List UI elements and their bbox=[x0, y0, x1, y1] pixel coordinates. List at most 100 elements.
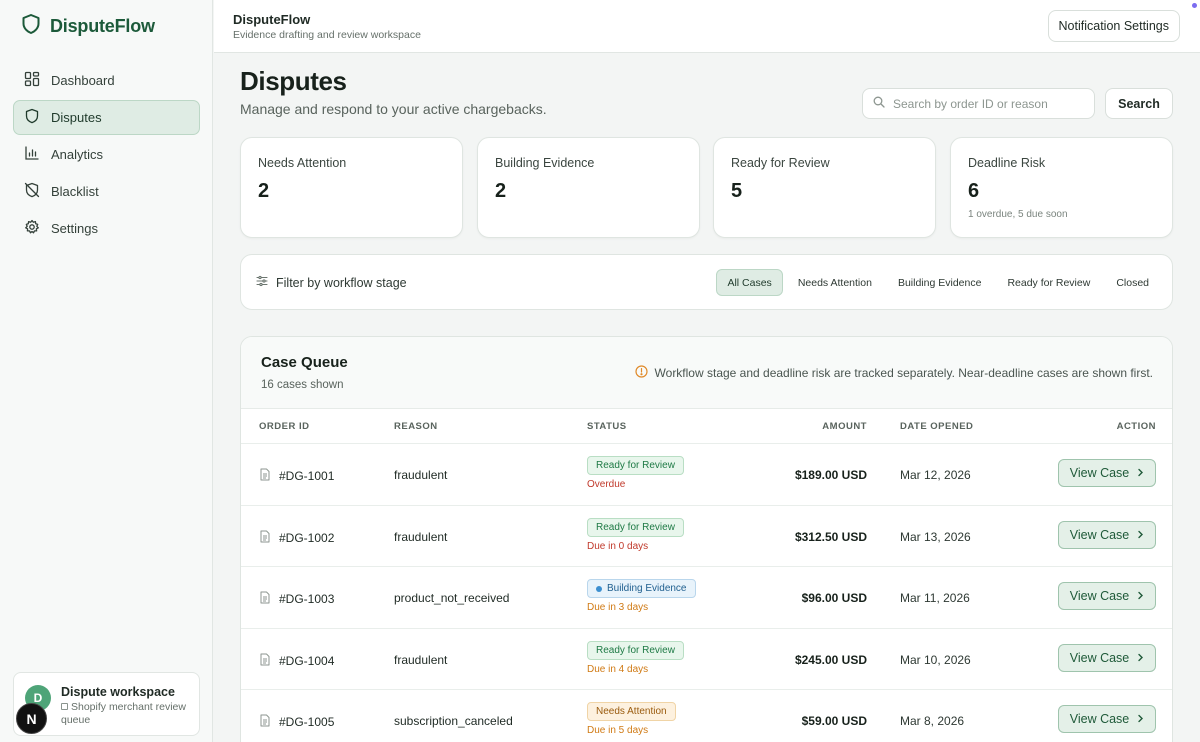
view-case-button[interactable]: View Case bbox=[1058, 705, 1156, 733]
stat-label: Deadline Risk bbox=[968, 156, 1046, 170]
sidebar-item-settings[interactable]: Settings bbox=[13, 211, 200, 246]
due-label: Due in 0 days bbox=[587, 541, 649, 552]
amount-cell: $96.00 USD bbox=[801, 591, 867, 605]
chevron-right-icon bbox=[1137, 651, 1144, 665]
status-badge: Ready for Review bbox=[587, 518, 684, 537]
stat-label: Building Evidence bbox=[495, 156, 595, 170]
column-header-status[interactable]: STATUS bbox=[587, 421, 627, 432]
filter-bar: Filter by workflow stage All Cases Needs… bbox=[240, 254, 1173, 310]
brand-name: DisputeFlow bbox=[50, 16, 155, 36]
status-badge: Building Evidence bbox=[587, 579, 696, 598]
shield-icon bbox=[24, 108, 40, 127]
column-header-date-opened[interactable]: DATE OPENED bbox=[900, 421, 973, 432]
tab-closed[interactable]: Closed bbox=[1105, 269, 1160, 296]
dev-tools-badge[interactable]: N bbox=[16, 703, 47, 734]
view-case-button[interactable]: View Case bbox=[1058, 459, 1156, 487]
order-id: #DG-1001 bbox=[279, 469, 335, 483]
status-badge-label: Needs Attention bbox=[596, 706, 667, 717]
status-dot-icon bbox=[596, 585, 602, 592]
amount-cell: $245.00 USD bbox=[794, 653, 867, 667]
stat-card-deadline-risk[interactable]: Deadline Risk 6 1 overdue, 5 due soon bbox=[950, 137, 1173, 238]
order-id-cell: #DG-1001 bbox=[259, 468, 334, 484]
tab-building-evidence[interactable]: Building Evidence bbox=[887, 269, 992, 296]
stat-card-needs-attention[interactable]: Needs Attention 2 bbox=[240, 137, 463, 238]
view-case-button[interactable]: View Case bbox=[1058, 582, 1156, 610]
sliders-icon bbox=[256, 275, 268, 290]
stat-label: Ready for Review bbox=[731, 156, 830, 170]
order-id: #DG-1005 bbox=[279, 715, 335, 729]
stat-card-building-evidence[interactable]: Building Evidence 2 bbox=[477, 137, 700, 238]
case-queue: Case Queue 16 cases shown Workflow stage… bbox=[240, 336, 1173, 742]
view-case-label: View Case bbox=[1069, 712, 1130, 726]
order-id-cell: #DG-1002 bbox=[259, 530, 334, 546]
date-opened-cell: Mar 10, 2026 bbox=[900, 653, 971, 667]
document-icon bbox=[259, 653, 271, 669]
info-icon bbox=[634, 365, 648, 381]
filter-label: Filter by workflow stage bbox=[256, 275, 407, 290]
order-id: #DG-1002 bbox=[279, 531, 335, 545]
blocked-shield-icon bbox=[24, 182, 40, 201]
reason-cell: fraudulent bbox=[394, 653, 448, 667]
view-case-label: View Case bbox=[1069, 466, 1130, 480]
due-label: Due in 4 days bbox=[587, 664, 649, 675]
document-icon bbox=[259, 468, 271, 484]
sidebar-item-label: Dashboard bbox=[51, 73, 115, 88]
tab-all-cases[interactable]: All Cases bbox=[716, 269, 783, 296]
status-badge-label: Ready for Review bbox=[596, 522, 675, 533]
status-badge-label: Building Evidence bbox=[607, 583, 687, 594]
sidebar-item-blacklist[interactable]: Blacklist bbox=[13, 174, 200, 209]
search-button[interactable]: Search bbox=[1105, 88, 1173, 119]
reason-cell: fraudulent bbox=[394, 530, 448, 544]
filter-tabs: All Cases Needs Attention Building Evide… bbox=[716, 269, 1160, 296]
view-case-label: View Case bbox=[1069, 651, 1130, 665]
brand[interactable]: DisputeFlow bbox=[22, 14, 155, 39]
column-header-action: ACTION bbox=[1116, 421, 1156, 432]
tab-needs-attention[interactable]: Needs Attention bbox=[787, 269, 883, 296]
amount-cell: $59.00 USD bbox=[801, 714, 867, 728]
document-icon bbox=[259, 714, 271, 730]
stat-label: Needs Attention bbox=[258, 156, 347, 170]
reason-cell: product_not_received bbox=[394, 591, 510, 605]
table-row[interactable]: #DG-1003 product_not_received Building Evi… bbox=[241, 566, 1172, 628]
status-badge: Needs Attention bbox=[587, 702, 676, 721]
date-opened-cell: Mar 11, 2026 bbox=[900, 591, 970, 605]
column-header-amount[interactable]: AMOUNT bbox=[822, 421, 867, 432]
case-queue-title: Case Queue bbox=[261, 354, 348, 371]
stat-value: 2 bbox=[258, 180, 270, 202]
status-cell: Building Evidence Due in 3 days bbox=[587, 579, 696, 613]
amount-cell: $312.50 USD bbox=[794, 530, 867, 544]
chevron-right-icon bbox=[1137, 712, 1144, 726]
sidebar-item-analytics[interactable]: Analytics bbox=[13, 137, 200, 172]
workspace-title: Dispute workspace bbox=[61, 685, 175, 699]
table-row[interactable]: #DG-1005 subscription_canceled Needs Atten… bbox=[241, 689, 1172, 742]
search-input[interactable] bbox=[893, 96, 1083, 111]
search-icon bbox=[873, 95, 885, 113]
view-case-button[interactable]: View Case bbox=[1058, 521, 1156, 549]
notification-settings-button[interactable]: Notification Settings bbox=[1047, 10, 1180, 42]
column-header-order-id[interactable]: ORDER ID bbox=[259, 421, 309, 432]
due-label: Due in 5 days bbox=[587, 725, 649, 736]
search-box[interactable] bbox=[862, 88, 1095, 119]
tab-ready-for-review[interactable]: Ready for Review bbox=[996, 269, 1101, 296]
view-case-label: View Case bbox=[1069, 589, 1130, 603]
table-row[interactable]: #DG-1001 fraudulent Ready for Review Overdu… bbox=[241, 443, 1172, 505]
top-bar: DisputeFlow Evidence drafting and review… bbox=[214, 0, 1200, 53]
date-opened-cell: Mar 12, 2026 bbox=[900, 468, 971, 482]
stat-card-ready-for-review[interactable]: Ready for Review 5 bbox=[713, 137, 936, 238]
status-cell: Needs Attention Due in 5 days bbox=[587, 702, 676, 736]
order-id-cell: #DG-1004 bbox=[259, 653, 334, 669]
view-case-button[interactable]: View Case bbox=[1058, 644, 1156, 672]
order-id-cell: #DG-1003 bbox=[259, 591, 334, 607]
case-count: 16 cases shown bbox=[261, 379, 344, 391]
page-title: Disputes bbox=[240, 66, 347, 96]
column-header-reason[interactable]: REASON bbox=[394, 421, 438, 432]
stat-value: 6 bbox=[968, 180, 980, 202]
table-row[interactable]: #DG-1002 fraudulent Ready for Review Due in… bbox=[241, 505, 1172, 567]
sidebar-item-dashboard[interactable]: Dashboard bbox=[13, 63, 200, 98]
sidebar-item-disputes[interactable]: Disputes bbox=[13, 100, 200, 135]
shield-logo-icon bbox=[22, 14, 40, 39]
table-row[interactable]: #DG-1004 fraudulent Ready for Review Due in… bbox=[241, 628, 1172, 690]
sidebar-item-label: Blacklist bbox=[51, 184, 99, 199]
stat-note: 1 overdue, 5 due soon bbox=[968, 209, 1068, 220]
order-id-cell: #DG-1005 bbox=[259, 714, 334, 730]
